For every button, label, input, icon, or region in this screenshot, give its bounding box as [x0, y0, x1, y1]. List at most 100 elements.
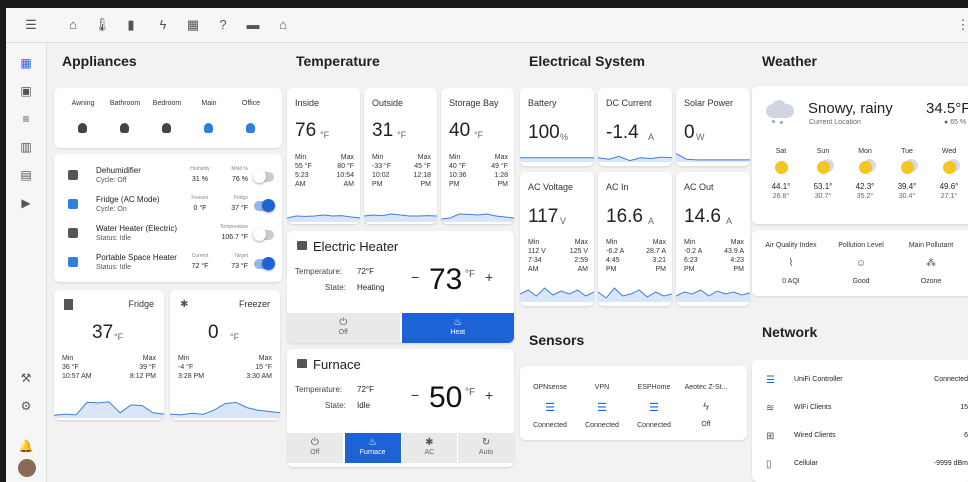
trash-bin-icon[interactable]: ▮ [120, 14, 142, 36]
min-time: 7:34 [528, 257, 542, 264]
min-value: -4 °F [178, 364, 194, 371]
radiator-icon[interactable]: ▦ [182, 14, 204, 36]
house-tech-icon[interactable]: ⌂ [272, 14, 294, 36]
mode-button-furnace[interactable]: ♨ Furnace [344, 433, 401, 463]
light-toggle[interactable] [162, 120, 172, 134]
air-quality-item[interactable]: Pollution Level ☺ Good [826, 230, 896, 296]
snow-rain-cloud-icon [766, 100, 796, 124]
wrench-icon[interactable]: ⚒ [16, 368, 36, 388]
mode-button-heat[interactable]: ♨ Heat [401, 313, 514, 343]
lightbulb-icon [78, 123, 87, 133]
sun-icon [774, 161, 788, 174]
electrical-card[interactable]: Solar Power 0 W [676, 88, 750, 166]
bell-icon[interactable]: 🔔 [16, 436, 36, 456]
gear-icon[interactable]: ⚙ [16, 396, 36, 416]
sensor-item[interactable]: Aeotec Z-St... ϟ Off [680, 366, 732, 440]
dashboard-icon[interactable]: ▦ [16, 53, 36, 73]
forecast-day: Mon 42.3° 35.2° [844, 148, 886, 200]
sensor-item[interactable]: ESPHome ☰ Connected [628, 366, 680, 440]
thermometer-icon[interactable]: 🌡 [91, 14, 113, 36]
calendar-icon[interactable]: ▤ [16, 165, 36, 185]
electrical-card[interactable]: DC Current -1.4 A [598, 88, 672, 166]
appliance-toggle[interactable] [253, 228, 274, 241]
appliance-toggle[interactable] [253, 170, 274, 183]
temperature-card[interactable]: Storage Bay 40 °F Min 40 °F 10:36 PM Max 49 °F 1:… [441, 88, 514, 224]
menu-icon[interactable]: ☰ [20, 14, 42, 36]
thermostat-card[interactable]: Furnace Temperature: 72°F State: Idle −50 °F + ⏻… [287, 349, 514, 467]
electrical-card[interactable]: AC Voltage 117 V Min 112 V 7:34 AM Max 125 V 2:59… [520, 172, 594, 306]
question-icon[interactable]: ? [212, 14, 234, 36]
temperature-unit: °F [474, 130, 484, 140]
max-ampm: AM [577, 266, 589, 273]
electrical-card[interactable]: AC In 16.6 A Min -6.2 A 4:45 PM Max 28.7 A 3:21 PM [598, 172, 672, 306]
max-time: 8:12 PM [129, 373, 156, 380]
avatar[interactable] [18, 459, 36, 477]
min-time: 10:57 AM [62, 373, 92, 380]
network-row[interactable]: ≋ WiFi Clients 15 [752, 400, 968, 420]
top-toolbar: ☰ ⌂ 🌡 ▮ ϟ ▦ ? ▬ ⌂ ⋮ [6, 8, 968, 43]
contacts-icon[interactable]: ▣ [16, 81, 36, 101]
chart-line-icon: ⌇ [788, 258, 794, 269]
mode-button-off[interactable]: ⏻ Off [287, 313, 400, 343]
appliance-row[interactable]: Dehumidifier Cycle: Off Humidity 31 % Mold %… [54, 166, 282, 192]
mode-button-auto[interactable]: ↻ Auto [458, 433, 514, 463]
thermostat-card[interactable]: Electric Heater Temperature: 72°F State: Hea… [287, 231, 514, 343]
appliance-toggle[interactable] [254, 199, 275, 212]
decrease-button[interactable]: − [411, 269, 419, 285]
home-icon[interactable]: ⌂ [62, 14, 84, 36]
max-time: 10:54 [336, 172, 354, 179]
forecast-day: Wed 49.6° 27.1° [928, 148, 968, 200]
temperature-card[interactable]: Inside 76 °F Min 55 °F 5:23 AM Max 80 °F 10:54 AM [287, 88, 360, 224]
temperature-card[interactable]: Outside 31 °F Min -33 °F 10:02 PM Max 45 °F 12:18… [364, 88, 437, 224]
appliance-name: Dehumidifier [96, 166, 141, 175]
air-quality-item[interactable]: Main Pollutant ⁂ Ozone [896, 230, 966, 296]
list-icon[interactable]: ≡ [16, 109, 36, 129]
weather-card[interactable]: Snowy, rainy Current Location 34.5°F ● 6… [752, 86, 968, 224]
appliance-row[interactable]: Water Heater (Electric) Status: Idle Tempe… [54, 224, 282, 250]
mode-button-ac[interactable]: ✱ AC [401, 433, 458, 463]
media-icon[interactable]: ▶ [16, 193, 36, 213]
max-value: 80 °F [337, 163, 354, 170]
electrical-card[interactable]: AC Out 14.6 A Min -0.2 A 6:23 PM Max 43.9 A 4:23 P… [676, 172, 750, 306]
chart-icon[interactable]: ▥ [16, 137, 36, 157]
history-graph [676, 153, 750, 162]
network-row[interactable]: ▯ Cellular -9999 dBm [752, 456, 968, 476]
more-vertical-icon[interactable]: ⋮ [952, 14, 968, 36]
partly-cloudy-icon [942, 161, 956, 174]
appliance-a-value: 0 °F [193, 205, 207, 212]
light-toggle[interactable] [120, 120, 130, 134]
appliance-row[interactable]: Fridge (AC Mode) Cycle: On Freezer 0 °F Frid… [54, 195, 282, 221]
lightning-icon[interactable]: ϟ [152, 14, 174, 36]
max-label: Max [340, 154, 354, 161]
electrical-value: 117 [528, 206, 559, 227]
increase-button[interactable]: + [485, 387, 493, 403]
cellphone-icon: ▯ [766, 459, 772, 470]
mode-label: AC [424, 449, 435, 456]
network-row[interactable]: ☰ UniFi Controller Connected [752, 372, 968, 392]
sensor-item[interactable]: OPNsense ☰ Connected [524, 366, 576, 440]
appliance-row[interactable]: Portable Space Heater Status: Idle Current… [54, 253, 282, 279]
target-temperature: 50 [429, 381, 463, 414]
appliance-toggle[interactable] [254, 257, 275, 270]
air-quality-item[interactable]: Air Quality Index ⌇ 0 AQI [756, 230, 826, 296]
car-icon[interactable]: ▬ [242, 14, 264, 36]
history-graph [676, 289, 750, 302]
mode-label: Heat [450, 329, 466, 336]
appliance-b-label: Temperature [219, 224, 248, 230]
temperature-title: Temperature [296, 53, 380, 69]
sensor-item[interactable]: VPN ☰ Connected [576, 366, 628, 440]
mode-button-off[interactable]: ⏻ Off [287, 433, 343, 463]
light-toggle[interactable] [246, 120, 256, 134]
network-value: 6 [964, 432, 968, 439]
network-row[interactable]: ⊞ Wired Clients 6 [752, 428, 968, 448]
lightning-icon: ϟ [703, 401, 709, 413]
electrical-card[interactable]: Battery 100% [520, 88, 594, 166]
decrease-button[interactable]: − [411, 387, 419, 403]
light-toggle[interactable] [78, 120, 88, 134]
fridge-card[interactable]: Fridge 37 °F Min 36 °F 10:57 AM Max 39 °F 8:12 P… [54, 290, 164, 420]
light-toggle[interactable] [204, 120, 214, 134]
appliance-name: Water Heater (Electric) [96, 224, 178, 233]
fridge-card[interactable]: ✱ Freezer 0 °F Min -4 °F 3:28 PM Max 15 °F 3:30 A… [170, 290, 280, 420]
lightbulb-icon [246, 123, 255, 133]
increase-button[interactable]: + [485, 269, 493, 285]
